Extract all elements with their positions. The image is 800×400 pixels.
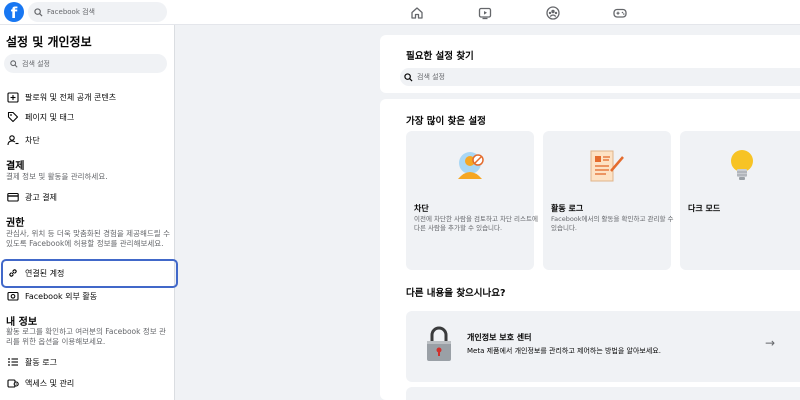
sidebar-item-followers-public-content[interactable]: 팔로워 및 전체 공개 콘텐츠	[0, 87, 175, 107]
access-icon	[7, 379, 19, 388]
main-search-input[interactable]: 검색 설정	[400, 68, 800, 86]
sidebar-item-off-facebook-activity[interactable]: Facebook 외부 활동	[0, 286, 175, 306]
sidebar-item-label: 광고 결제	[25, 192, 57, 202]
facebook-logo[interactable]: f	[4, 2, 24, 22]
payments-description: 결제 정보 및 활동을 관리하세요.	[6, 172, 108, 181]
sidebar-item-label: 액세스 및 관리	[25, 378, 75, 388]
privacy-center-description: Meta 제품에서 개인정보를 관리하고 제어하는 방법을 알아보세요.	[467, 347, 661, 355]
credit-card-icon	[7, 192, 19, 202]
find-settings-panel: 필요한 설정 찾기 검색 설정	[380, 35, 800, 93]
sidebar-item-access-manage[interactable]: 액세스 및 관리	[0, 373, 175, 393]
permissions-description: 관심사, 위치 등 더욱 맞춤화된 경험을 제공해드릴 수 있도록 Facebo…	[6, 229, 170, 248]
lightbulb-icon	[731, 150, 753, 180]
groups-icon[interactable]	[545, 5, 561, 21]
activity-log-illustration-icon	[590, 150, 624, 182]
settings-sidebar: 설정 및 개인정보 검색 설정 팔로워 및 전체 공개 콘텐츠 페이지 및 태그…	[0, 25, 175, 400]
card-block-description: 이전에 차단한 사람을 검토하고 차단 리스트에 다른 사람을 추가할 수 있습…	[414, 215, 538, 232]
sidebar-item-block[interactable]: 차단	[0, 130, 175, 150]
card-dark-mode-title: 다크 모드	[688, 204, 721, 213]
payments-heading: 결제	[6, 161, 25, 172]
card-activity-log[interactable]: 활동 로그 Facebook에서의 활동을 확인하고 관리할 수 있습니다.	[543, 131, 674, 270]
off-facebook-icon	[7, 291, 19, 301]
card-block[interactable]: 차단 이전에 차단한 사람을 검토하고 차단 리스트에 다른 사람을 추가할 수…	[406, 131, 538, 270]
sidebar-item-ad-payments[interactable]: 광고 결제	[0, 187, 175, 207]
list-icon	[8, 358, 18, 366]
permissions-heading: 권한	[6, 218, 25, 229]
settings-search-placeholder: 검색 설정	[22, 59, 50, 68]
privacy-center-link[interactable]: 개인정보 보호 센터 Meta 제품에서 개인정보를 관리하고 제어하는 방법을…	[406, 311, 800, 382]
watch-icon[interactable]	[477, 5, 493, 21]
facebook-search-box[interactable]: Facebook 검색	[28, 2, 167, 22]
gaming-icon[interactable]	[612, 5, 628, 21]
more-content-title: 다른 내용을 찾으시나요?	[406, 288, 506, 299]
tag-icon	[7, 111, 19, 123]
search-icon	[404, 72, 413, 82]
my-info-heading: 내 정보	[6, 317, 38, 328]
privacy-center-title: 개인정보 보호 센터	[467, 333, 532, 342]
sidebar-item-label: 팔로워 및 전체 공개 콘텐츠	[25, 92, 117, 102]
card-activity-log-description: Facebook에서의 활동을 확인하고 관리할 수 있습니다.	[551, 215, 674, 232]
sidebar-item-label: 활동 로그	[25, 357, 57, 367]
focus-highlight-connected-accounts	[1, 259, 178, 288]
sidebar-item-activity-log[interactable]: 활동 로그	[0, 352, 175, 372]
next-link-card[interactable]	[406, 387, 800, 400]
public-post-icon	[7, 92, 19, 103]
arrow-right-icon: →	[765, 336, 776, 350]
main-search-placeholder: 검색 설정	[417, 73, 445, 81]
block-user-icon	[7, 135, 19, 146]
sidebar-item-pages-tags[interactable]: 페이지 및 태그	[0, 107, 175, 127]
card-activity-log-title: 활동 로그	[551, 204, 584, 213]
card-dark-mode[interactable]: 다크 모드	[680, 131, 800, 270]
card-block-title: 차단	[414, 204, 429, 213]
sidebar-item-label: 페이지 및 태그	[25, 112, 75, 122]
search-icon	[10, 59, 18, 68]
settings-search-input[interactable]: 검색 설정	[4, 54, 167, 73]
settings-title: 설정 및 개인정보	[6, 35, 92, 49]
home-icon[interactable]	[409, 5, 425, 21]
sidebar-item-label: Facebook 외부 활동	[25, 291, 98, 301]
padlock-icon	[427, 326, 451, 361]
block-illustration-icon	[458, 152, 484, 179]
popular-settings-title: 가장 많이 찾은 설정	[406, 116, 486, 127]
sidebar-item-label: 차단	[25, 135, 40, 145]
facebook-search-placeholder: Facebook 검색	[47, 8, 95, 16]
top-navigation-bar: f Facebook 검색	[0, 0, 800, 25]
my-info-description: 활동 로그를 확인하고 여러분의 Facebook 정보 관리를 위한 옵션을 …	[6, 327, 166, 346]
find-settings-title: 필요한 설정 찾기	[406, 51, 474, 62]
search-icon	[34, 7, 43, 17]
